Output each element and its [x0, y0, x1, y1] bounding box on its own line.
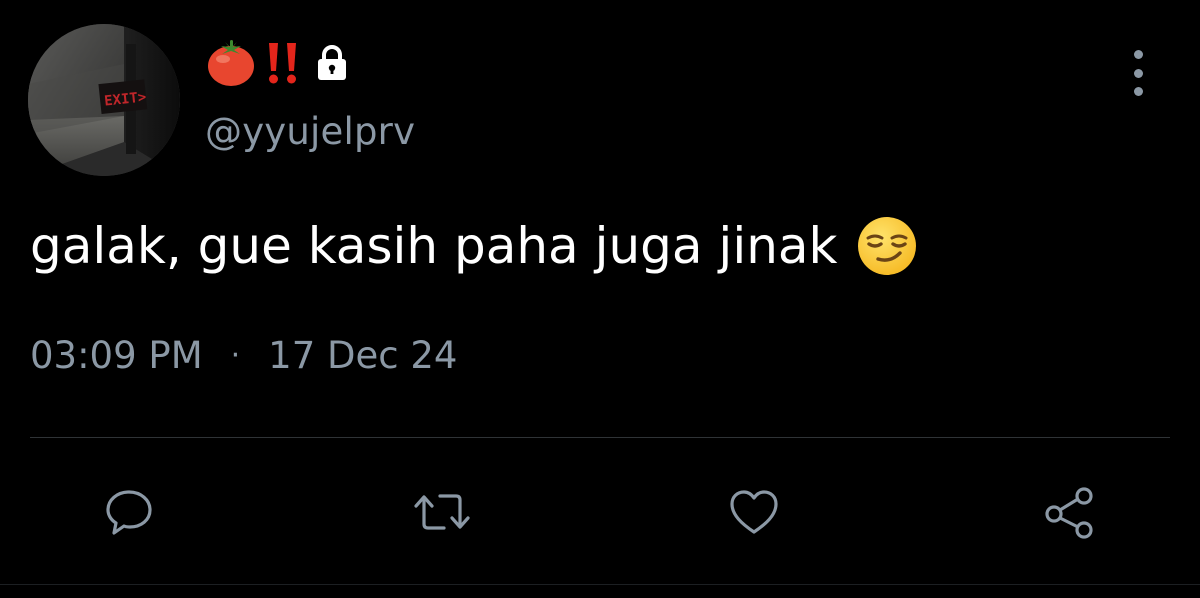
double-exclamation-icon [269, 43, 296, 84]
like-button[interactable] [722, 480, 786, 544]
display-name[interactable] [205, 38, 349, 88]
share-button[interactable] [1038, 480, 1102, 544]
heart-icon [730, 490, 778, 534]
tweet-actions-bar [0, 480, 1200, 544]
divider [30, 437, 1170, 438]
user-handle[interactable]: @yyujelprv [205, 110, 415, 153]
retweet-button[interactable] [410, 480, 474, 544]
more-dot-icon [1133, 87, 1143, 96]
meta-separator: · [230, 338, 241, 373]
more-dot-icon [1133, 50, 1143, 59]
tweet-text: galak, gue kasih paha juga jinak [30, 215, 918, 277]
avatar[interactable]: EXIT> [28, 24, 180, 176]
more-options-button[interactable] [1120, 50, 1156, 96]
tomato-emoji-icon [208, 40, 254, 86]
lock-icon [318, 45, 346, 80]
bottom-divider [0, 584, 1200, 585]
reply-button[interactable] [97, 480, 161, 544]
avatar-image: EXIT> [28, 24, 180, 176]
retweet-icon [414, 494, 470, 530]
tweet-date: 17 Dec 24 [268, 334, 458, 377]
smirking-face-emoji-icon [857, 217, 916, 275]
tweet-card: EXIT> @yyujelprv galak, gue kasih paha j… [0, 0, 1200, 598]
more-dot-icon [1133, 68, 1143, 78]
tweet-timestamp[interactable]: 03:09 PM · 17 Dec 24 [30, 334, 457, 377]
share-icon [1045, 487, 1093, 539]
tweet-time: 03:09 PM [30, 334, 203, 377]
comment-icon [106, 490, 152, 535]
tweet-body: galak, gue kasih paha juga jinak [30, 217, 838, 275]
